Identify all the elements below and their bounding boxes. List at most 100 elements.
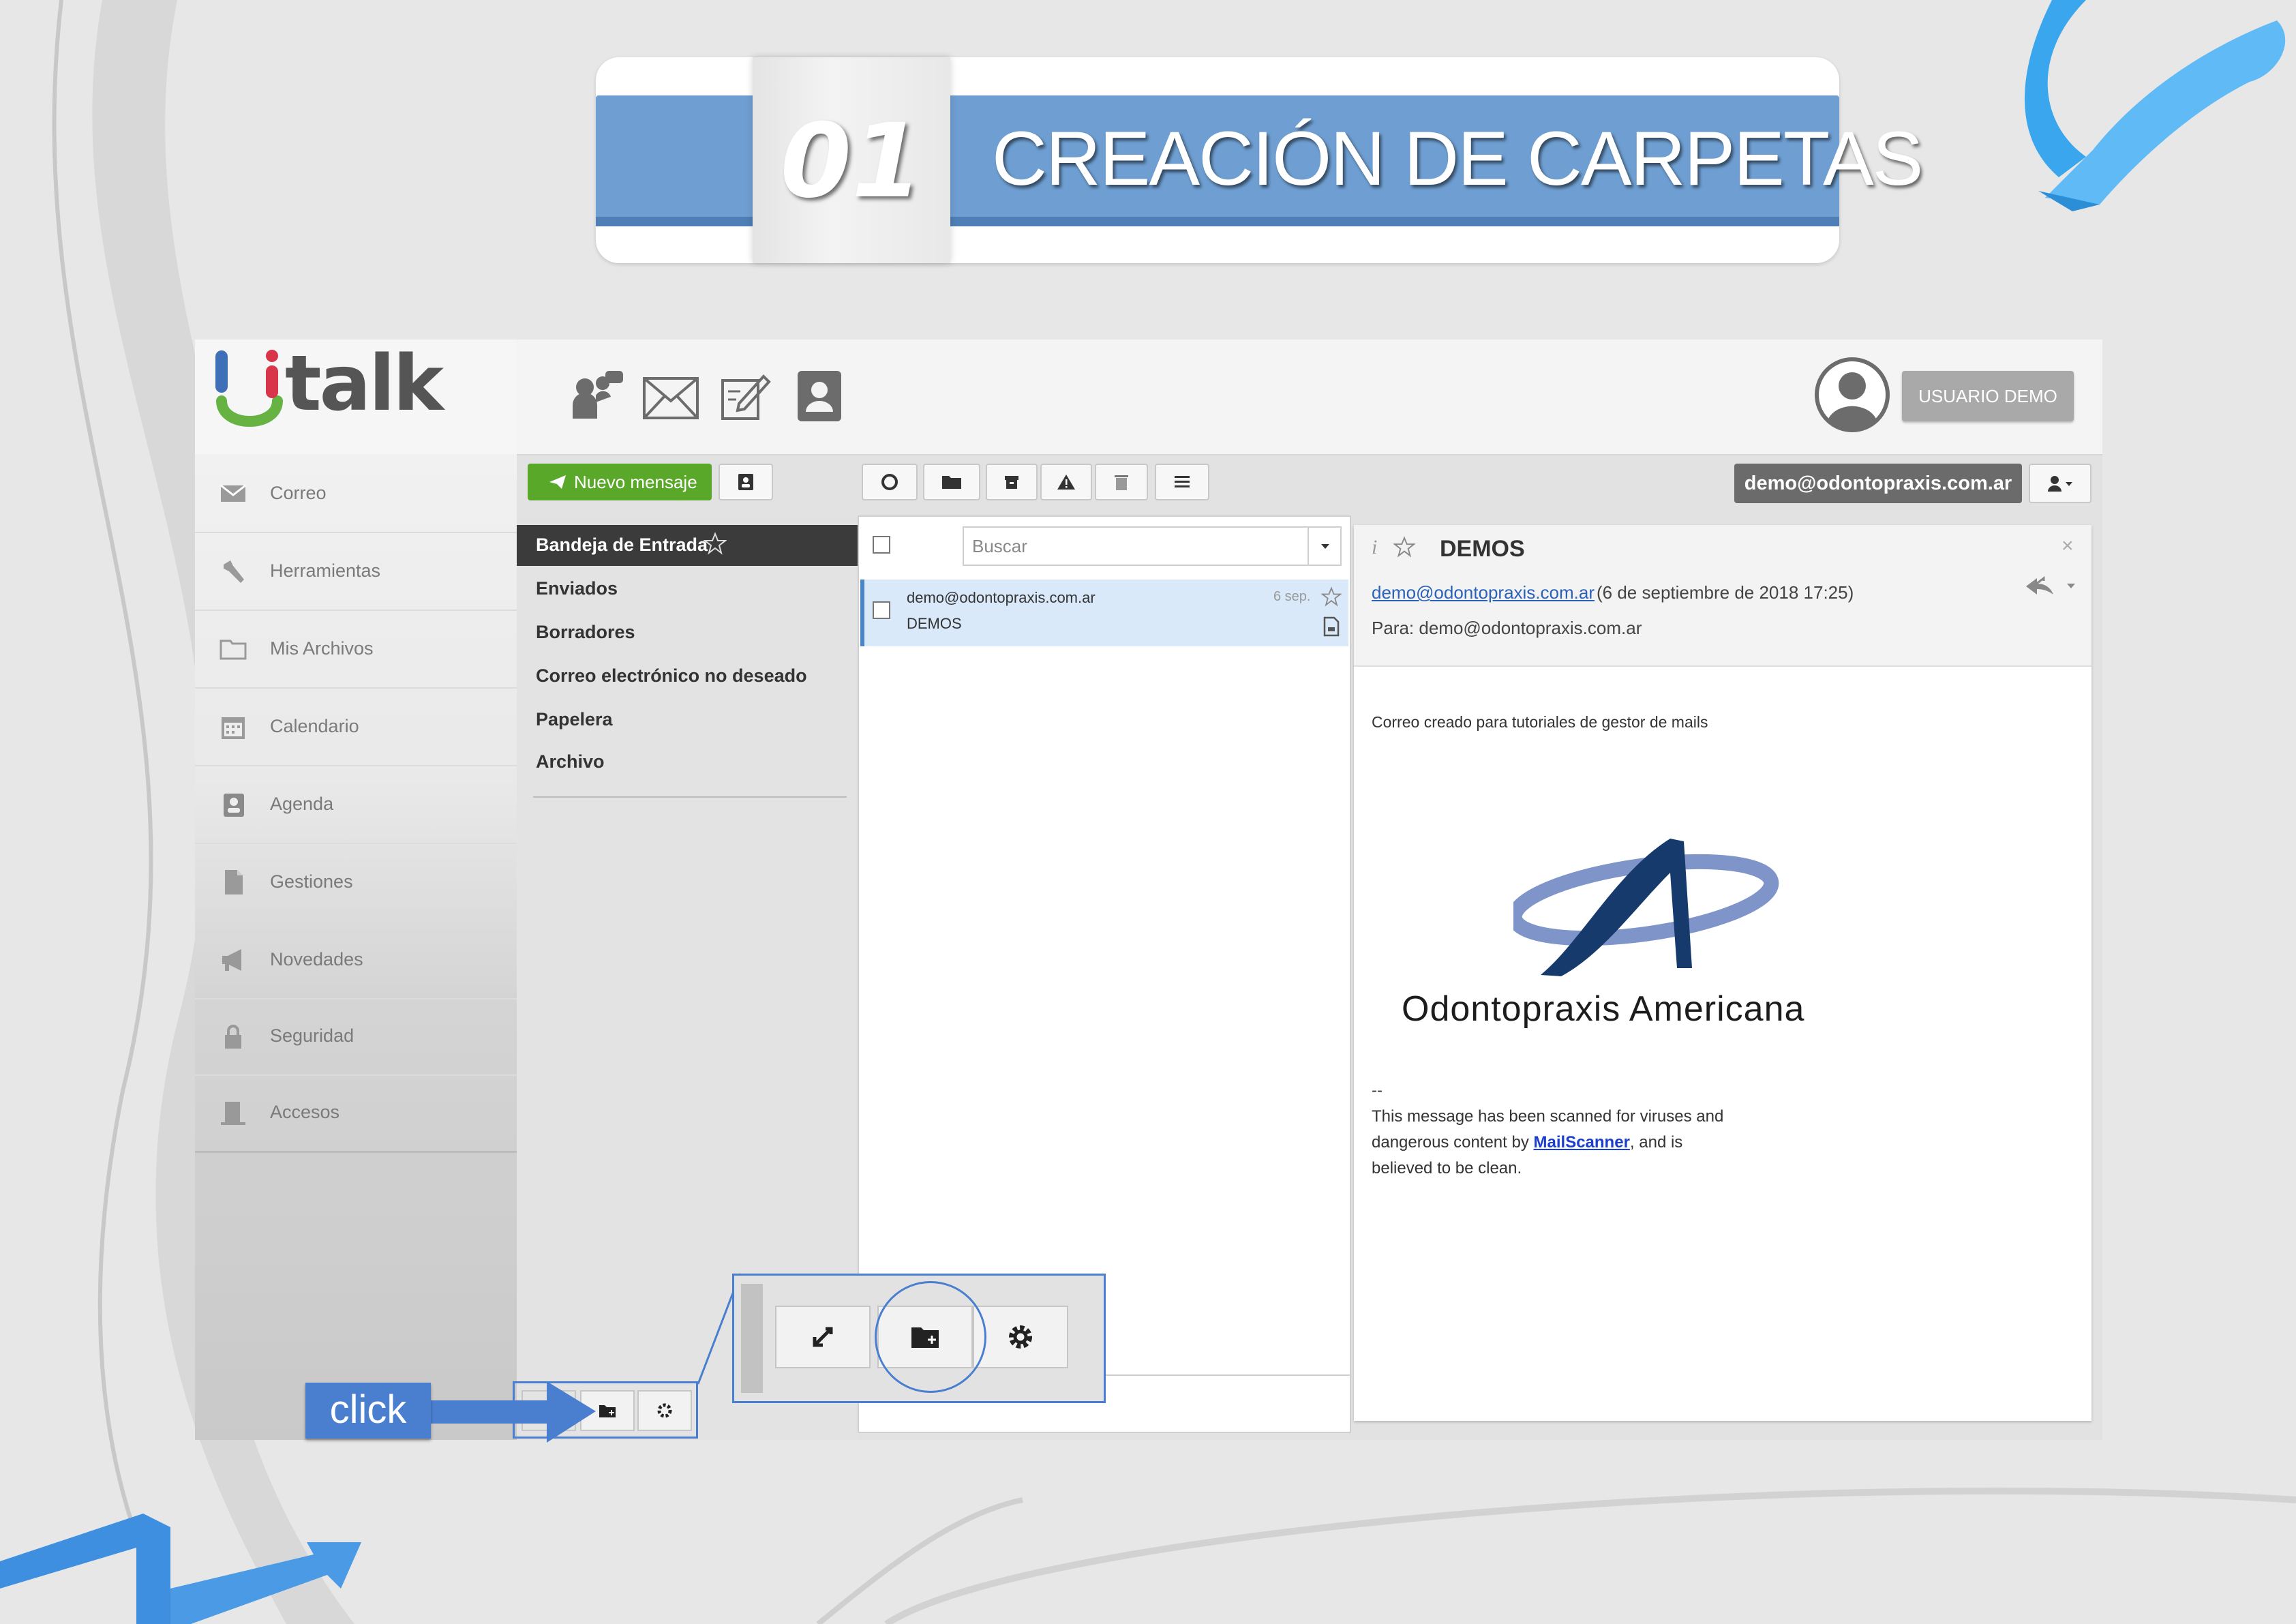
- sidebar-item-herramientas[interactable]: Herramientas: [195, 533, 517, 611]
- archive-icon: [1005, 476, 1018, 489]
- avatar[interactable]: [1813, 356, 1891, 434]
- sidebar-item-label: Calendario: [270, 716, 359, 736]
- zoomed-toolbar-callout: [732, 1274, 1106, 1403]
- chat-icon[interactable]: [567, 367, 624, 424]
- address-book-icon: [738, 474, 753, 490]
- gear-icon: [1009, 1325, 1032, 1349]
- message-from: demo@odontopraxis.com.ar: [907, 589, 1096, 606]
- sidebar-item-gestiones[interactable]: Gestiones: [195, 844, 517, 922]
- sidebar-item-label: Seguridad: [270, 1025, 354, 1046]
- sidebar-item-novedades[interactable]: Novedades: [195, 922, 517, 999]
- utalk-logo-icon: [215, 350, 283, 427]
- email-to: Para: demo@odontopraxis.com.ar: [1372, 618, 1642, 638]
- contact-book-icon: [224, 794, 244, 817]
- sidebar-item-label: Correo: [270, 483, 327, 503]
- reply-all-icon[interactable]: [2023, 573, 2085, 600]
- folder-item-no-deseado[interactable]: Correo electrónico no deseado: [536, 665, 807, 687]
- folder-icon: [220, 640, 247, 660]
- document-icon: [225, 870, 243, 894]
- door-icon: [221, 1102, 245, 1125]
- more-menu-button[interactable]: [1155, 464, 1209, 500]
- user-dropdown-icon: [2048, 476, 2072, 492]
- message-checkbox[interactable]: [873, 601, 890, 619]
- refresh-icon: [881, 474, 898, 490]
- star-icon[interactable]: [1393, 536, 1415, 558]
- compress-icon: [813, 1327, 833, 1347]
- odontopraxis-logo-graphic: [1513, 839, 1779, 976]
- menu-icon: [1175, 476, 1190, 487]
- sidebar-item-accesos[interactable]: Accesos: [195, 1074, 517, 1151]
- search-input[interactable]: Buscar: [963, 526, 1342, 566]
- folder-item-papelera[interactable]: Papelera: [536, 709, 613, 730]
- account-email: demo@odontopraxis.com.ar: [1734, 464, 2022, 503]
- wrench-icon: [224, 560, 244, 583]
- email-date: (6 de septiembre de 2018 17:25): [1597, 582, 1854, 603]
- address-book-button[interactable]: [719, 464, 773, 500]
- sidebar-item-calendario[interactable]: Calendario: [195, 689, 517, 766]
- email-body-text: Correo creado para tutoriales de gestor …: [1372, 713, 1708, 731]
- folder-divider: [533, 796, 847, 798]
- signature-line-2: dangerous content by MailScanner, and is: [1372, 1133, 1682, 1152]
- sidebar-item-label: Agenda: [270, 794, 334, 814]
- message-row[interactable]: demo@odontopraxis.com.ar DEMOS 6 sep.: [860, 580, 1348, 646]
- attachment-doc-icon: [1323, 616, 1340, 637]
- click-label: click: [305, 1383, 431, 1439]
- sidebar-item-label: Mis Archivos: [270, 638, 374, 659]
- signature-line-3: believed to be clean.: [1372, 1159, 1522, 1177]
- megaphone-icon: [222, 949, 241, 971]
- chevron-down-icon: [1321, 544, 1329, 549]
- message-date: 6 sep.: [1273, 589, 1311, 604]
- lock-icon: [225, 1025, 241, 1049]
- star-icon[interactable]: [704, 532, 727, 555]
- mail-icon[interactable]: [642, 376, 699, 421]
- sidebar-item-label: Accesos: [270, 1102, 340, 1122]
- sidebar-footer: [195, 1151, 517, 1197]
- archive-button[interactable]: [986, 464, 1038, 500]
- calendar-icon: [222, 717, 245, 739]
- star-icon[interactable]: [1321, 586, 1342, 607]
- folder-item-borradores[interactable]: Borradores: [536, 622, 635, 643]
- info-icon[interactable]: i: [1372, 536, 1377, 559]
- contacts-icon[interactable]: [795, 368, 844, 424]
- select-all-checkbox[interactable]: [873, 536, 890, 554]
- step-number: 01: [780, 102, 923, 221]
- zoom-left-edge: [741, 1284, 763, 1393]
- click-arrow-icon: [417, 1381, 596, 1443]
- search-dropdown-button[interactable]: [1308, 528, 1342, 565]
- sidebar-item-seguridad[interactable]: Seguridad: [195, 998, 517, 1076]
- folder-icon: [942, 476, 961, 489]
- signature-line-2a: dangerous content by: [1372, 1133, 1534, 1152]
- email-subject: DEMOS: [1440, 536, 1525, 562]
- highlight-circle: [875, 1281, 986, 1393]
- send-icon: [549, 475, 566, 489]
- move-to-folder-button[interactable]: [923, 464, 980, 500]
- delete-button[interactable]: [1095, 464, 1148, 500]
- user-button[interactable]: USUARIO DEMO: [1902, 371, 2074, 421]
- signature-line-1: This message has been scanned for viruse…: [1372, 1107, 1724, 1126]
- compose-icon[interactable]: [720, 371, 772, 423]
- refresh-button[interactable]: [862, 464, 918, 500]
- email-from-link[interactable]: demo@odontopraxis.com.ar: [1372, 582, 1595, 603]
- new-message-button[interactable]: Nuevo mensaje: [528, 464, 712, 500]
- collapse-button[interactable]: [775, 1306, 871, 1368]
- sidebar-item-correo[interactable]: Correo: [195, 455, 517, 533]
- account-menu-button[interactable]: [2029, 464, 2091, 503]
- spam-button[interactable]: [1040, 464, 1092, 500]
- folder-settings-button[interactable]: [973, 1306, 1068, 1368]
- banner-title: CREACIÓN DE CARPETAS: [992, 116, 1923, 201]
- sidebar-item-mis-archivos[interactable]: Mis Archivos: [195, 611, 517, 689]
- sidebar-item-agenda[interactable]: Agenda: [195, 766, 517, 844]
- search-placeholder: Buscar: [972, 536, 1027, 556]
- trash-icon: [1115, 475, 1128, 490]
- folder-item-archivo[interactable]: Archivo: [536, 751, 605, 772]
- folder-label-inbox[interactable]: Bandeja de Entrada: [536, 535, 708, 556]
- close-icon[interactable]: ×: [2061, 535, 2074, 558]
- sidebar-item-label: Novedades: [270, 949, 363, 969]
- mailscanner-link[interactable]: MailScanner: [1534, 1133, 1630, 1152]
- folder-settings-button-small[interactable]: [637, 1390, 692, 1431]
- sidebar-item-label: Herramientas: [270, 560, 381, 581]
- new-message-label: Nuevo mensaje: [574, 471, 697, 492]
- folder-item-enviados[interactable]: Enviados: [536, 578, 618, 599]
- gear-icon: [657, 1403, 672, 1418]
- message-subject: DEMOS: [907, 615, 962, 632]
